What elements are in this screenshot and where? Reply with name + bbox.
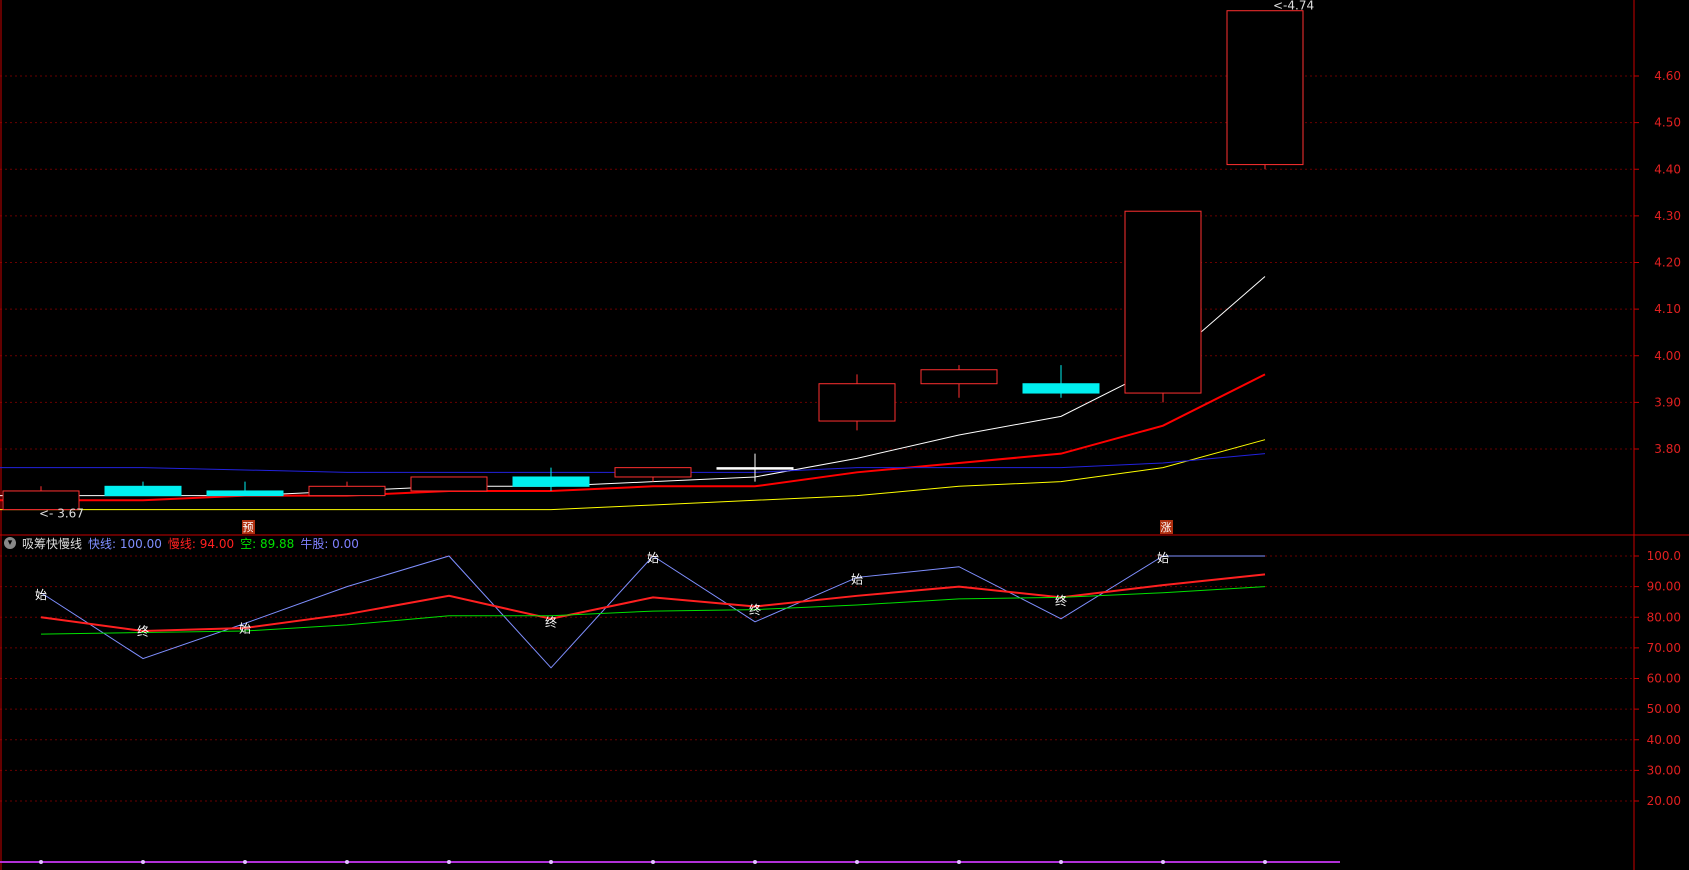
candle-body: [1124, 210, 1202, 394]
indicator-signal-label: 始: [851, 572, 863, 586]
indicator-line-2: [40, 586, 1266, 635]
candle-body: [410, 476, 488, 492]
legend-item: 快线: 100.00: [88, 536, 162, 551]
candle-body: [206, 490, 284, 497]
indicator-tick-label: 70.00: [1647, 641, 1681, 655]
candle-body: [716, 467, 794, 470]
indicator-signal-label: 始: [647, 551, 659, 565]
candle: [512, 467, 590, 491]
baseline-dot: [651, 860, 655, 864]
baseline-dot: [1263, 860, 1267, 864]
candlesticks: [2, 10, 1304, 511]
price-tick-label: 4.30: [1654, 209, 1681, 223]
candle-body: [1226, 10, 1304, 166]
price-annotations: <- 3.67 <-4.74 预 涨: [39, 0, 1314, 534]
legend-item: 空: 89.88: [240, 536, 295, 551]
indicator-lines: [40, 555, 1266, 669]
candle: [920, 365, 998, 398]
baseline-dot: [39, 860, 43, 864]
main-gridlines: [0, 75, 1634, 450]
indicator-signal-label: 始: [239, 621, 251, 635]
indicator-signal-label: 终: [137, 624, 149, 639]
price-tick-label: 3.80: [1654, 442, 1681, 456]
baseline-dot: [1161, 860, 1165, 864]
price-tick-label: 3.90: [1654, 395, 1681, 409]
indicator-tick-label: 50.00: [1647, 702, 1681, 716]
indicator-signal-label: 终: [749, 602, 761, 617]
price-tick-label: 4.00: [1654, 349, 1681, 363]
indicator-annotations: 始终始终始终始终始: [35, 551, 1169, 639]
candle: [1124, 210, 1202, 403]
price-tick-label: 4.10: [1654, 302, 1681, 316]
candle: [206, 481, 284, 497]
indicator-line-0: [40, 555, 1265, 669]
candle: [104, 481, 182, 497]
baseline-dot: [141, 860, 145, 864]
candle-body: [104, 485, 182, 497]
indicator-legend: ▾ 吸筹快慢线 快线: 100.00 慢线: 94.00 空: 89.88 牛股: 0…: [4, 535, 359, 551]
candle: [308, 481, 386, 497]
baseline-dot: [1059, 860, 1063, 864]
candle-body: [614, 467, 692, 478]
candle: [1022, 365, 1100, 398]
indicator-gridlines: [0, 555, 1634, 802]
indicator-tick-label: 20.00: [1647, 794, 1681, 808]
indicator-line-1: [40, 573, 1266, 633]
candle-body: [512, 476, 590, 487]
baseline-dot: [549, 860, 553, 864]
candle-body: [818, 383, 896, 422]
candle: [1226, 10, 1304, 170]
candle-body: [1022, 383, 1100, 394]
baseline-dot: [753, 860, 757, 864]
baseline-dot: [447, 860, 451, 864]
price-tick-label: 4.60: [1654, 69, 1681, 83]
indicator-title: 吸筹快慢线: [22, 536, 83, 551]
indicator-signal-label: 终: [545, 614, 557, 629]
indicator-tick-label: 80.00: [1647, 610, 1681, 624]
candle: [614, 467, 692, 482]
chevron-down-icon[interactable]: ▾: [4, 537, 16, 549]
baseline-dot: [345, 860, 349, 864]
price-tick-label: 4.20: [1654, 256, 1681, 270]
signal-badge-label: 预: [243, 521, 254, 534]
indicator-tick-label: 30.00: [1647, 763, 1681, 777]
price-tick-label: 4.40: [1654, 162, 1681, 176]
candle-body: [308, 485, 386, 497]
price-extreme-label: <- 3.67: [39, 507, 84, 521]
price-axis-ticks: 3.80 3.90 4.00 4.10 4.20 4.30 4.40 4.50 4.60: [1634, 69, 1681, 456]
indicator-signal-label: 终: [1055, 593, 1067, 608]
baseline-dot: [243, 860, 247, 864]
indicator-signal-label: 始: [35, 588, 47, 602]
price-extreme-label: <-4.74: [1273, 0, 1314, 13]
signal-badge-label: 涨: [1161, 521, 1172, 534]
indicator-tick-label: 60.00: [1647, 672, 1681, 686]
indicator-signal-label: 始: [1157, 551, 1169, 565]
candle: [410, 476, 488, 492]
candle: [818, 374, 896, 431]
purple-baseline: [0, 860, 1340, 864]
baseline-dot: [855, 860, 859, 864]
legend-item: 慢线: 94.00: [167, 536, 235, 551]
indicator-tick-label: 90.00: [1647, 580, 1681, 594]
indicator-tick-label: 40.00: [1647, 733, 1681, 747]
candle-body: [920, 369, 998, 385]
legend-item: 牛股: 0.00: [300, 536, 359, 551]
chart-canvas: 3.80 3.90 4.00 4.10 4.20 4.30 4.40 4.50 4.60 20.…: [0, 0, 1689, 870]
price-tick-label: 4.50: [1654, 116, 1681, 130]
indicator-axis-ticks: 20.00 30.00 40.00 50.00 60.00 70.00 80.00 90.00…: [1634, 549, 1681, 808]
baseline-dot: [957, 860, 961, 864]
indicator-tick-label: 100.0: [1647, 549, 1681, 563]
candle: [716, 453, 794, 482]
